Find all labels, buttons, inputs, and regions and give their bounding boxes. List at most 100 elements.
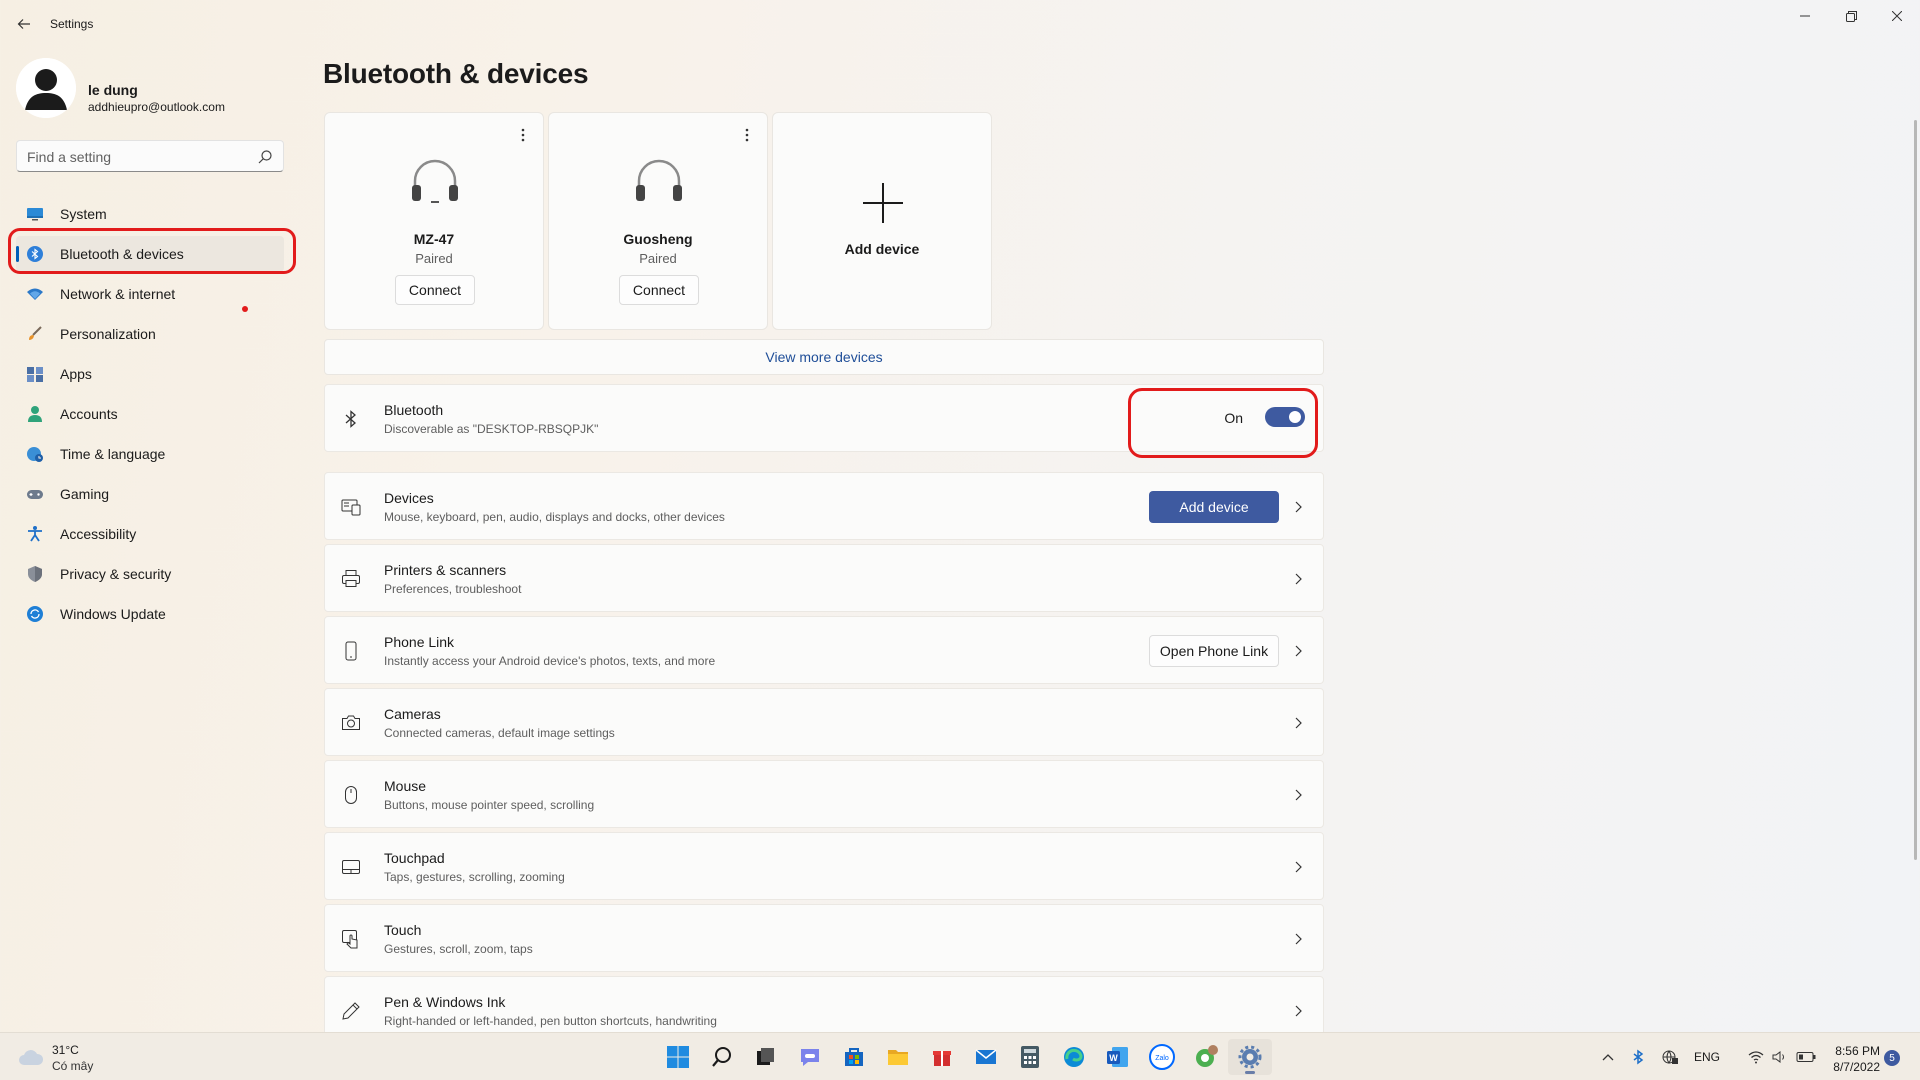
mail-button[interactable] bbox=[964, 1039, 1008, 1075]
phone-icon bbox=[345, 641, 357, 661]
add-device-button[interactable]: Add device bbox=[1149, 491, 1279, 523]
battery-tray-button[interactable] bbox=[1794, 1047, 1818, 1067]
globe-clock-icon bbox=[27, 447, 43, 462]
clock-time: 8:56 PM bbox=[1835, 1044, 1880, 1058]
sidebar-item-time-language[interactable]: Time & language bbox=[16, 436, 284, 472]
network-tray-button[interactable] bbox=[1658, 1047, 1682, 1067]
device-card[interactable]: Guosheng Paired Connect bbox=[548, 112, 768, 330]
accessibility-icon bbox=[28, 526, 42, 542]
restore-icon bbox=[1845, 10, 1857, 22]
search-icon[interactable] bbox=[257, 149, 273, 165]
camera-icon bbox=[342, 715, 360, 730]
bluetooth-tray-button[interactable] bbox=[1628, 1047, 1648, 1067]
settings-app-button[interactable] bbox=[1228, 1039, 1272, 1075]
minimize-button[interactable] bbox=[1782, 0, 1828, 32]
headphones-icon bbox=[636, 159, 682, 201]
device-name: Guosheng bbox=[623, 231, 693, 247]
search-icon bbox=[712, 1047, 731, 1067]
apps-icon bbox=[27, 367, 43, 382]
clock[interactable]: 8:56 PM 8/7/2022 bbox=[1820, 1043, 1880, 1075]
add-device-card[interactable]: Add device bbox=[772, 112, 992, 330]
sidebar-item-apps[interactable]: Apps bbox=[16, 356, 284, 392]
gift-app-button[interactable] bbox=[920, 1039, 964, 1075]
title-bar: Settings bbox=[0, 0, 1920, 48]
pen-icon bbox=[342, 1002, 360, 1020]
zalo-button[interactable]: Zalo bbox=[1140, 1039, 1184, 1075]
back-button[interactable] bbox=[12, 12, 36, 36]
touch-row[interactable]: Touch Gestures, scroll, zoom, taps bbox=[324, 904, 1324, 972]
volume-tray-button[interactable] bbox=[1770, 1047, 1790, 1067]
minimize-icon bbox=[1800, 15, 1810, 17]
cameras-row[interactable]: Cameras Connected cameras, default image… bbox=[324, 688, 1324, 756]
chevron-right-icon bbox=[1295, 573, 1302, 585]
connect-button[interactable]: Connect bbox=[619, 275, 699, 305]
annotation-dot bbox=[242, 306, 248, 312]
calculator-icon bbox=[1021, 1046, 1039, 1068]
annotation-circle-sidebar bbox=[8, 228, 296, 274]
sidebar-item-accessibility[interactable]: Accessibility bbox=[16, 516, 284, 552]
sidebar-item-accounts[interactable]: Accounts bbox=[16, 396, 284, 432]
connect-button[interactable]: Connect bbox=[395, 275, 475, 305]
start-button[interactable] bbox=[656, 1039, 700, 1075]
device-name: MZ-47 bbox=[413, 231, 455, 247]
touchpad-row[interactable]: Touchpad Taps, gestures, scrolling, zoom… bbox=[324, 832, 1324, 900]
close-button[interactable] bbox=[1874, 0, 1920, 32]
row-title: Cameras bbox=[384, 706, 441, 722]
gear-icon bbox=[1238, 1045, 1262, 1069]
weather-widget[interactable]: 31°C Có mây bbox=[18, 1043, 178, 1073]
edge-browser-button[interactable] bbox=[1052, 1039, 1096, 1075]
more-options-icon[interactable] bbox=[739, 127, 755, 143]
view-more-devices-link[interactable]: View more devices bbox=[324, 339, 1324, 375]
brush-icon bbox=[29, 326, 42, 340]
row-subtitle: Connected cameras, default image setting… bbox=[384, 726, 615, 740]
printers-scanners-row[interactable]: Printers & scanners Preferences, trouble… bbox=[324, 544, 1324, 612]
battery-icon bbox=[1796, 1052, 1816, 1062]
notification-badge[interactable]: 5 bbox=[1884, 1050, 1900, 1066]
teams-chat-button[interactable] bbox=[788, 1039, 832, 1075]
zalo-icon: Zalo bbox=[1149, 1044, 1175, 1070]
messenger-app-button[interactable] bbox=[1184, 1039, 1228, 1075]
scrollbar[interactable] bbox=[1914, 120, 1917, 860]
open-phone-link-button[interactable]: Open Phone Link bbox=[1149, 635, 1279, 667]
row-subtitle: Mouse, keyboard, pen, audio, displays an… bbox=[384, 510, 725, 524]
sidebar-item-gaming[interactable]: Gaming bbox=[16, 476, 284, 512]
word-button[interactable]: W bbox=[1096, 1039, 1140, 1075]
file-explorer-button[interactable] bbox=[876, 1039, 920, 1075]
row-title: Pen & Windows Ink bbox=[384, 994, 506, 1010]
search-box[interactable] bbox=[16, 140, 284, 172]
headphones-icon bbox=[412, 159, 458, 203]
more-options-icon[interactable] bbox=[515, 127, 531, 143]
wifi-tray-button[interactable] bbox=[1746, 1047, 1766, 1067]
task-view-button[interactable] bbox=[744, 1039, 788, 1075]
calculator-button[interactable] bbox=[1008, 1039, 1052, 1075]
chevron-right-icon bbox=[1295, 861, 1302, 873]
page-title: Bluetooth & devices bbox=[323, 58, 589, 89]
cloud-icon bbox=[19, 1050, 44, 1065]
search-taskbar-button[interactable] bbox=[700, 1039, 744, 1075]
sidebar-item-system[interactable]: System bbox=[16, 196, 284, 232]
main-content: Bluetooth & devices MZ-47 Paired Connect… bbox=[320, 48, 1920, 1044]
phone-link-row[interactable]: Phone Link Instantly access your Android… bbox=[324, 616, 1324, 684]
row-title: Touchpad bbox=[384, 850, 445, 866]
sidebar-item-label: Windows Update bbox=[60, 606, 166, 622]
person-icon bbox=[28, 406, 42, 422]
row-title: Bluetooth bbox=[384, 402, 444, 418]
weather-temperature: 31°C bbox=[52, 1043, 79, 1057]
mouse-row[interactable]: Mouse Buttons, mouse pointer speed, scro… bbox=[324, 760, 1324, 828]
sidebar-item-label: Accounts bbox=[60, 406, 118, 422]
sidebar-item-windows-update[interactable]: Windows Update bbox=[16, 596, 284, 632]
restore-button[interactable] bbox=[1828, 0, 1874, 32]
sidebar-item-personalization[interactable]: Personalization bbox=[16, 316, 284, 352]
shield-icon bbox=[28, 566, 42, 582]
user-profile[interactable]: le dung addhieupro@outlook.com bbox=[16, 58, 296, 122]
search-input[interactable] bbox=[27, 147, 247, 167]
monitor-icon bbox=[27, 208, 43, 221]
taskbar: 31°C Có mây W Zalo ENG 8:56 PM 8/7/2022 … bbox=[0, 1032, 1920, 1080]
devices-row[interactable]: Devices Mouse, keyboard, pen, audio, dis… bbox=[324, 472, 1324, 540]
device-card[interactable]: MZ-47 Paired Connect bbox=[324, 112, 544, 330]
sidebar-item-privacy-security[interactable]: Privacy & security bbox=[16, 556, 284, 592]
store-button[interactable] bbox=[832, 1039, 876, 1075]
show-hidden-icons-button[interactable] bbox=[1598, 1047, 1618, 1067]
row-title: Mouse bbox=[384, 778, 427, 794]
language-indicator[interactable]: ENG bbox=[1692, 1047, 1722, 1067]
